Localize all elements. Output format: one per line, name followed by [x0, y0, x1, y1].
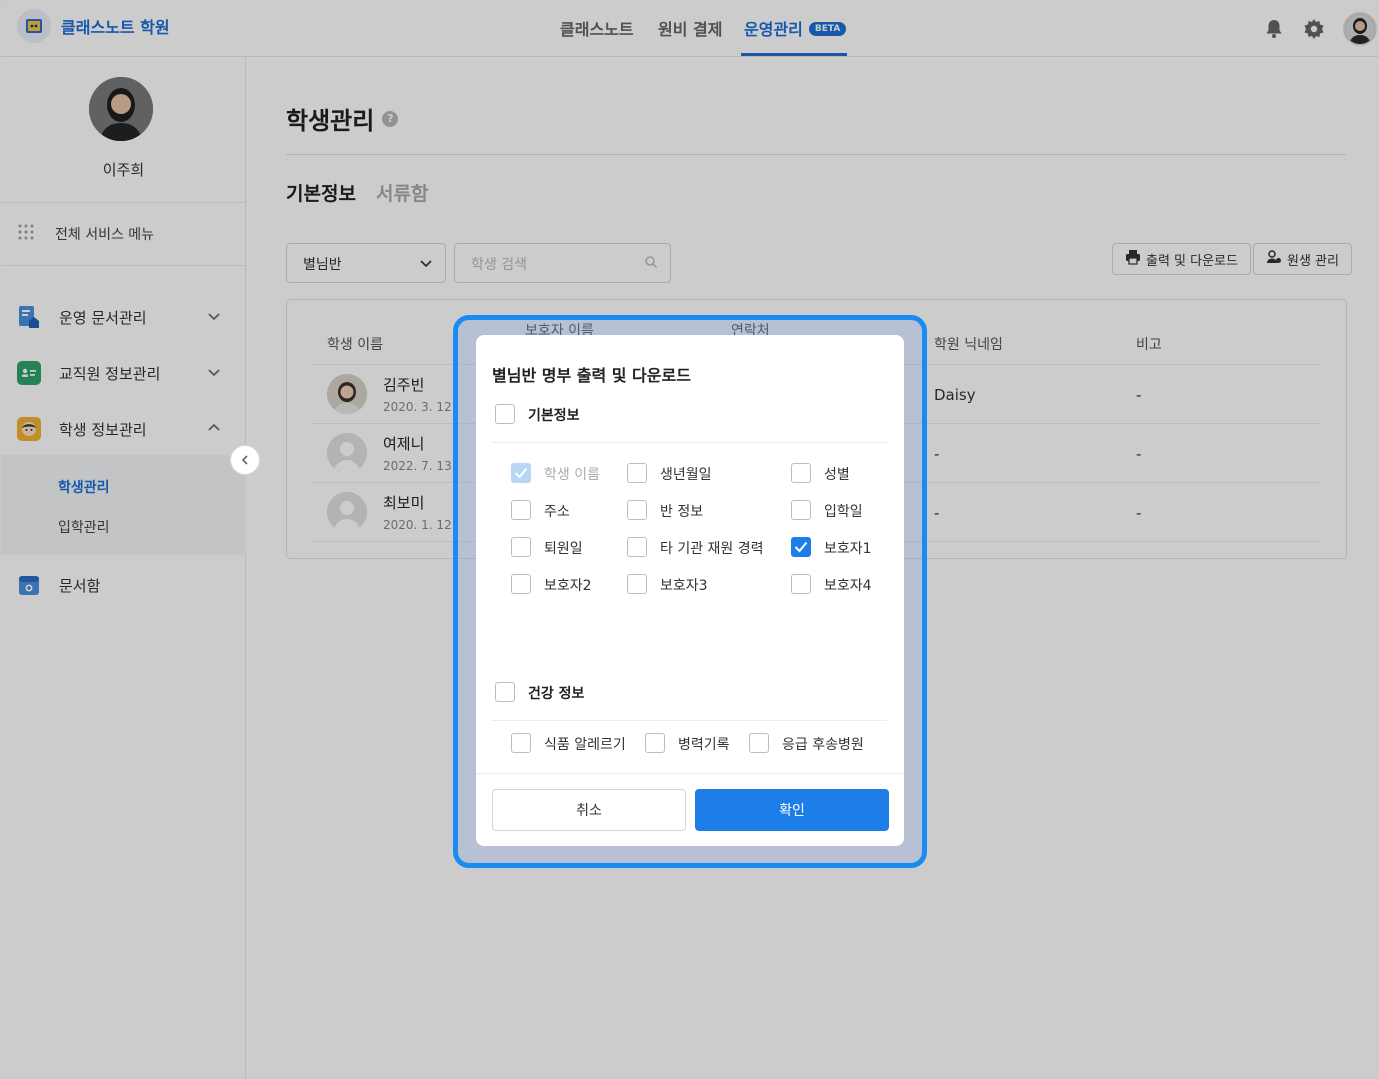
option-label: 병력기록: [678, 737, 730, 753]
option-checkbox[interactable]: [511, 500, 531, 520]
option-checkbox[interactable]: [627, 463, 647, 483]
section-divider: [492, 442, 887, 443]
option-checkbox[interactable]: [791, 463, 811, 483]
option-label: 타 기관 재원 경력: [660, 541, 764, 557]
section-basic-label: 기본정보: [528, 408, 580, 424]
option-label: 보호자2: [544, 578, 592, 594]
option-checkbox[interactable]: [791, 537, 811, 557]
option-label: 반 정보: [660, 504, 704, 520]
confirm-button[interactable]: 확인: [695, 789, 889, 831]
option-checkbox[interactable]: [511, 733, 531, 753]
option-checkbox[interactable]: [791, 500, 811, 520]
chevron-left-icon: [241, 455, 248, 465]
option-checkbox[interactable]: [511, 537, 531, 557]
option-label: 보호자3: [660, 578, 708, 594]
option-checkbox[interactable]: [511, 574, 531, 594]
option-label: 퇴원일: [544, 541, 583, 557]
option-label: 응급 후송병원: [782, 737, 864, 753]
option-checkbox[interactable]: [627, 500, 647, 520]
option-label: 보호자1: [824, 541, 872, 557]
option-label: 입학일: [824, 504, 863, 520]
option-checkbox: [511, 463, 531, 483]
dialog-title: 별님반 명부 출력 및 다운로드: [492, 366, 691, 385]
option-label: 주소: [544, 504, 570, 520]
section-health-label: 건강 정보: [528, 686, 585, 702]
app-window: 클래스노트 학원 클래스노트 원비 결제 운영관리 BETA 이주희 전체 서비…: [0, 0, 1379, 1079]
option-label: 학생 이름: [544, 467, 600, 483]
option-checkbox[interactable]: [627, 574, 647, 594]
option-label: 생년월일: [660, 467, 712, 483]
option-label: 보호자4: [824, 578, 872, 594]
section-health-checkbox[interactable]: [495, 682, 515, 702]
cancel-button[interactable]: 취소: [492, 789, 686, 831]
option-checkbox[interactable]: [791, 574, 811, 594]
option-label: 성별: [824, 467, 850, 483]
option-label: 식품 알레르기: [544, 737, 626, 753]
option-checkbox[interactable]: [749, 733, 769, 753]
option-checkbox[interactable]: [645, 733, 665, 753]
print-download-dialog: 별님반 명부 출력 및 다운로드 기본정보 학생 이름 생년월일 성별주소 반 정보 입…: [476, 335, 904, 846]
section-divider: [492, 720, 887, 721]
section-basic-checkbox[interactable]: [495, 404, 515, 424]
sidebar-collapse-button[interactable]: [230, 445, 260, 475]
option-checkbox[interactable]: [627, 537, 647, 557]
dialog-footer-divider: [476, 773, 904, 774]
